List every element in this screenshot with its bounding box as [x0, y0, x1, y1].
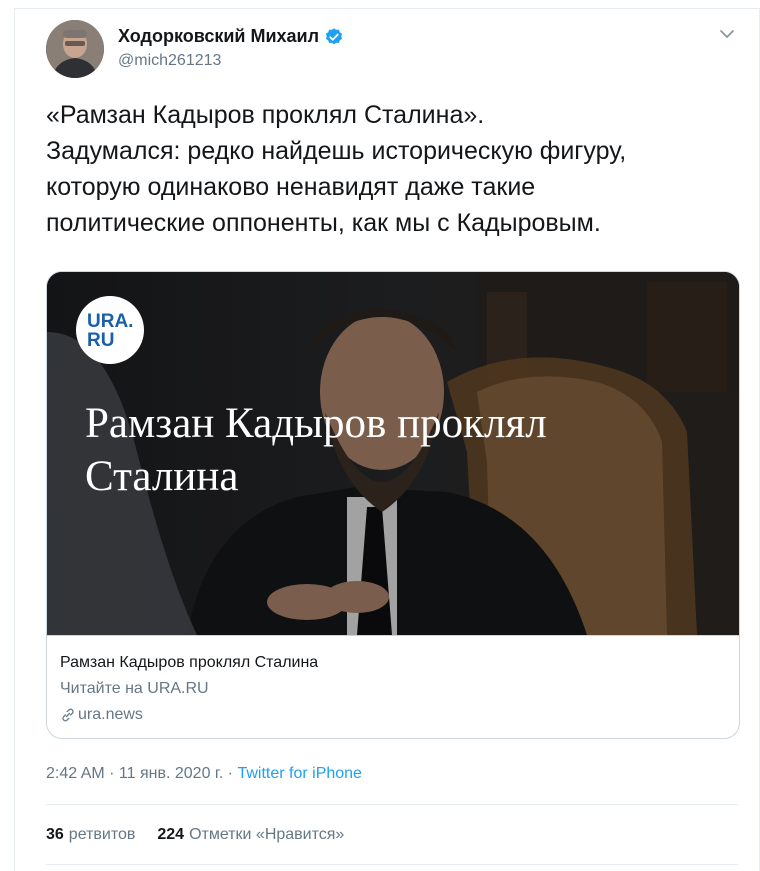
card-domain: ura.news: [78, 706, 143, 723]
card-description: Читайте на URA.RU: [60, 680, 209, 697]
author-handle[interactable]: @mich261213: [118, 52, 221, 70]
retweets-stat[interactable]: 36 ретвитов: [46, 826, 135, 844]
card-divider: [47, 635, 739, 636]
card-domain-row: ura.news: [60, 704, 318, 725]
tweet-meta: 2:42 AM · 11 янв. 2020 г. · Twitter for …: [46, 765, 362, 783]
card-title: Рамзан Кадыров проклял Сталина: [60, 654, 319, 671]
avatar[interactable]: [46, 20, 104, 78]
ura-logo-line1: URA.: [87, 311, 133, 332]
retweets-label: ретвитов: [68, 826, 136, 843]
likes-stat[interactable]: 224 Отметки «Нравится»: [157, 826, 344, 844]
divider: [46, 864, 738, 865]
likes-label: Отметки «Нравится»: [189, 826, 345, 843]
card-info: Рамзан Кадыров проклял Сталина Читайте н…: [60, 652, 318, 725]
card-overlay-title-line1: Рамзан Кадыров проклял: [85, 400, 547, 447]
tweet-timestamp[interactable]: 2:42 AM · 11 янв. 2020 г. ·: [46, 765, 237, 782]
verified-badge-icon: [325, 27, 343, 44]
chevron-down-icon[interactable]: [718, 27, 736, 41]
author-name[interactable]: Ходорковский Михаил: [118, 26, 319, 47]
card-image: URA. RU Рамзан Кадыров проклял Сталина: [47, 272, 739, 635]
tweet-text: «Рамзан Кадыров проклял Сталина». Задума…: [46, 101, 627, 237]
avatar-image: [46, 20, 104, 78]
card-overlay-title-line2: Сталина: [85, 453, 238, 500]
link-card[interactable]: URA. RU Рамзан Кадыров проклял Сталина Р…: [46, 271, 740, 739]
link-icon: [62, 708, 74, 721]
divider: [46, 804, 738, 805]
retweets-count: 36: [46, 826, 64, 843]
likes-count: 224: [157, 826, 185, 843]
tweet-source-link[interactable]: Twitter for iPhone: [237, 765, 362, 782]
tweet-stats: 36 ретвитов 224 Отметки «Нравится»: [46, 826, 366, 844]
ura-logo-line2: RU: [87, 330, 114, 351]
author-name-row[interactable]: Ходорковский Михаил: [118, 26, 344, 47]
